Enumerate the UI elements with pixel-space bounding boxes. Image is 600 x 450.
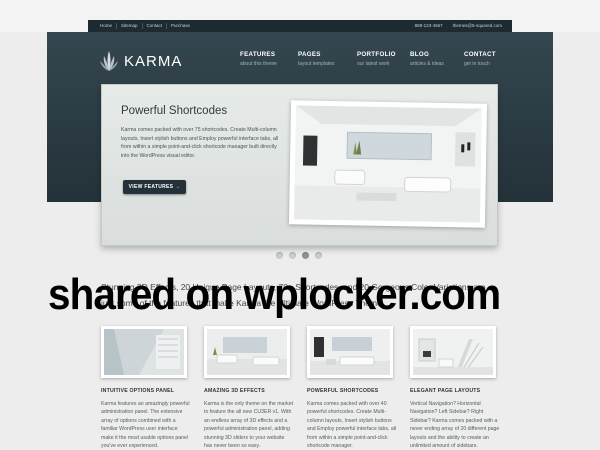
feature-image[interactable] <box>101 326 187 378</box>
utility-links: Home Sitemap Contact Purchase <box>96 23 194 29</box>
feature-description: Karma is the only theme on the market to… <box>204 401 294 450</box>
nav-item-blog[interactable]: BLOG articles & ideas <box>410 51 444 67</box>
nav-subtitle: get in touch <box>464 61 490 67</box>
feature-image[interactable] <box>307 326 393 378</box>
feature-title: INTUITIVE OPTIONS PANEL <box>101 388 175 394</box>
nav-item-contact[interactable]: CONTACT get in touch <box>464 51 496 67</box>
nav-title: PORTFOLIO <box>357 51 396 58</box>
hero-slider: Powerful Shortcodes Karma comes packed w… <box>101 84 498 246</box>
contact-info: 888-123-4567 themes@5-squared.com <box>415 23 502 29</box>
feature-card: AMAZING 3D EFFECTS Karma is the only the… <box>204 326 293 450</box>
email-link[interactable]: themes@5-squared.com <box>453 23 502 29</box>
slider-pagination <box>276 252 322 259</box>
feature-description: Karma comes packed with over 40 powerful… <box>307 401 397 450</box>
brand-name: KARMA <box>124 52 183 70</box>
nav-item-pages[interactable]: PAGES layout templates <box>298 51 334 67</box>
feature-image[interactable] <box>204 326 290 378</box>
feature-image[interactable] <box>410 326 496 378</box>
feature-card: ELEGANT PAGE LAYOUTS Vertical Navigation… <box>410 326 499 450</box>
feature-description: Vertical Navigation? Horizontal Navigati… <box>410 401 500 450</box>
top-link-home[interactable]: Home <box>96 23 118 29</box>
hero-image <box>288 100 488 228</box>
top-link-sitemap[interactable]: Sitemap <box>117 23 143 29</box>
nav-item-portfolio[interactable]: PORTFOLIO our latest work <box>357 51 396 67</box>
nav-subtitle: our latest work <box>357 61 390 67</box>
nav-subtitle: layout templates <box>298 61 335 67</box>
slider-dot-active[interactable] <box>302 252 309 259</box>
slider-dot[interactable] <box>315 252 322 259</box>
feature-card: POWERFUL SHORTCODES Karma comes packed w… <box>307 326 396 450</box>
utility-strip: Home Sitemap Contact Purchase 888-123-45… <box>88 20 512 32</box>
view-features-button[interactable]: VIEW FEATURES → <box>123 180 186 194</box>
nav-subtitle: articles & ideas <box>410 61 444 67</box>
hero-title: Powerful Shortcodes <box>121 105 228 117</box>
slider-dot[interactable] <box>289 252 296 259</box>
nav-title: CONTACT <box>464 51 496 58</box>
phone-number: 888-123-4567 <box>414 23 443 28</box>
feature-description: Karma features an amazingly powerful adm… <box>101 401 190 450</box>
nav-title: FEATURES <box>240 51 276 58</box>
top-link-purchase[interactable]: Purchase <box>167 23 194 29</box>
lotus-logo-icon <box>100 51 118 71</box>
feature-title: ELEGANT PAGE LAYOUTS <box>410 388 481 394</box>
site-logo[interactable]: KARMA <box>100 50 182 72</box>
slider-dot[interactable] <box>276 252 283 259</box>
nav-title: PAGES <box>298 51 321 58</box>
nav-item-features[interactable]: FEATURES about this theme <box>240 51 277 67</box>
nav-subtitle: about this theme <box>240 61 277 67</box>
hero-description: Karma comes packed with over 75 shortcod… <box>121 127 279 159</box>
top-bar: Home Sitemap Contact Purchase 888-123-45… <box>0 0 600 32</box>
feature-title: AMAZING 3D EFFECTS <box>204 388 265 394</box>
feature-title: POWERFUL SHORTCODES <box>307 388 379 394</box>
watermark-text: shared on wplocker.com <box>48 270 501 319</box>
feature-card: INTUITIVE OPTIONS PANEL Karma features a… <box>101 326 190 450</box>
nav-title: BLOG <box>410 51 430 58</box>
top-link-contact[interactable]: Contact <box>143 23 168 29</box>
